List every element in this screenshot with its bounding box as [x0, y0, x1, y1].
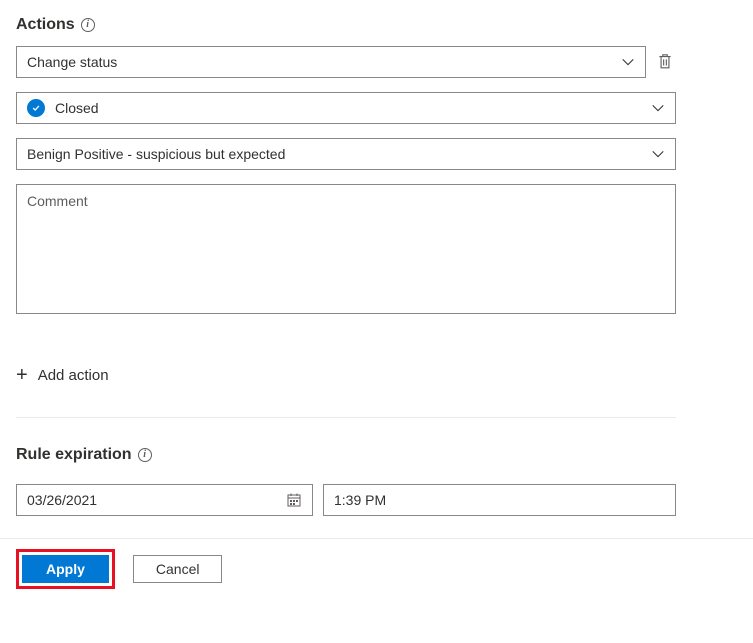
- dialog-footer: Apply Cancel: [16, 539, 737, 589]
- add-action-button[interactable]: + Add action: [16, 365, 109, 385]
- status-dropdown[interactable]: Closed: [16, 92, 676, 124]
- check-circle-icon: [27, 99, 45, 117]
- action-type-dropdown[interactable]: Change status: [16, 46, 646, 78]
- expiration-label: Rule expiration: [16, 446, 132, 464]
- actions-label: Actions: [16, 16, 75, 34]
- chevron-down-icon: [651, 147, 665, 161]
- expiration-time-input[interactable]: 1:39 PM: [323, 484, 676, 516]
- apply-highlight: Apply: [16, 549, 115, 589]
- cancel-button[interactable]: Cancel: [133, 555, 223, 583]
- apply-button[interactable]: Apply: [22, 555, 109, 583]
- calendar-icon: [286, 492, 302, 508]
- delete-action-icon[interactable]: [656, 52, 676, 72]
- expiration-date-value: 03/26/2021: [27, 492, 286, 508]
- status-value: Closed: [55, 100, 651, 116]
- section-divider: [16, 417, 676, 418]
- info-icon[interactable]: i: [81, 18, 95, 32]
- comment-input[interactable]: [16, 184, 676, 314]
- actions-heading: Actions i: [16, 16, 95, 34]
- info-icon[interactable]: i: [138, 448, 152, 462]
- add-action-label: Add action: [38, 367, 109, 384]
- chevron-down-icon: [651, 101, 665, 115]
- classification-value: Benign Positive - suspicious but expecte…: [27, 146, 651, 162]
- plus-icon: +: [16, 365, 28, 385]
- chevron-down-icon: [621, 55, 635, 69]
- expiration-heading: Rule expiration i: [16, 446, 152, 464]
- expiration-date-input[interactable]: 03/26/2021: [16, 484, 313, 516]
- classification-dropdown[interactable]: Benign Positive - suspicious but expecte…: [16, 138, 676, 170]
- expiration-time-value: 1:39 PM: [334, 492, 665, 508]
- action-type-value: Change status: [27, 54, 621, 70]
